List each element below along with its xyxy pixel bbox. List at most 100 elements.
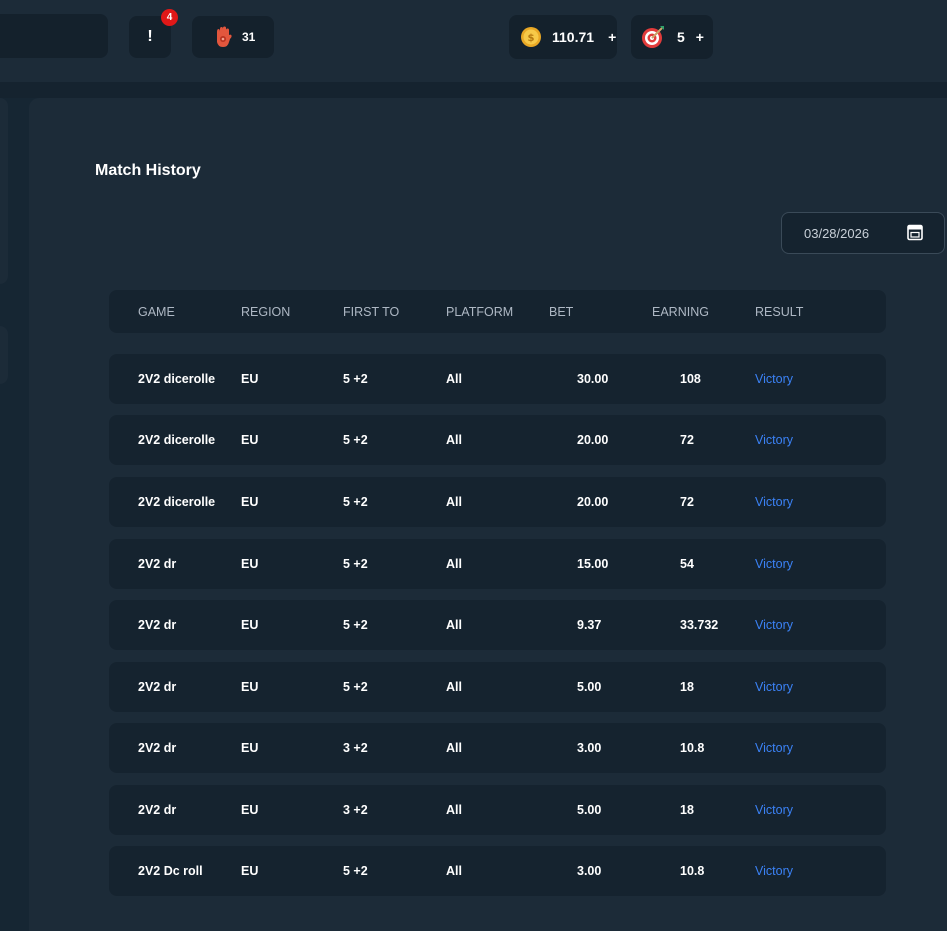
cell-platform: All [446, 433, 462, 447]
header-platform: PLATFORM [446, 304, 514, 319]
cell-first-to: 3 +2 [343, 741, 368, 755]
search-field[interactable] [0, 14, 108, 58]
cell-result-link[interactable]: Victory [755, 495, 793, 509]
cell-platform: All [446, 557, 462, 571]
cell-bet: 20.00 [577, 495, 609, 509]
table-row: 2V2 dr EU 5 +2 All 9.37 33.732 Victory [109, 600, 886, 650]
cell-bet: 30.00 [577, 372, 609, 386]
cell-region: EU [241, 618, 259, 632]
cell-first-to: 3 +2 [343, 803, 368, 817]
header-region: REGION [241, 304, 291, 319]
cell-region: EU [241, 557, 259, 571]
cell-bet: 15.00 [577, 557, 609, 571]
header-first-to: FIRST TO [343, 304, 400, 319]
table-row: 2V2 dr EU 3 +2 All 5.00 18 Victory [109, 785, 886, 835]
header-game: GAME [138, 304, 175, 319]
cell-platform: All [446, 864, 462, 878]
cell-first-to: 5 +2 [343, 433, 368, 447]
header-bet: BET [549, 304, 574, 319]
cell-region: EU [241, 433, 259, 447]
svg-text:$: $ [528, 33, 535, 44]
notification-count-badge: 4 [161, 9, 178, 26]
table-row: 2V2 Dc roll EU 5 +2 All 3.00 10.8 Victor… [109, 846, 886, 896]
coin-balance-button[interactable]: $ 110.71 + [509, 15, 617, 59]
cell-result-link[interactable]: Victory [755, 741, 793, 755]
table-row: 2V2 dr EU 5 +2 All 15.00 54 Victory [109, 539, 886, 589]
cell-bet: 5.00 [577, 803, 602, 817]
cell-bet: 3.00 [577, 741, 602, 755]
cell-platform: All [446, 741, 462, 755]
coin-balance: 110.71 [552, 29, 595, 45]
cell-first-to: 5 +2 [343, 557, 368, 571]
cell-game: 2V2 dr [138, 803, 177, 817]
cell-game: 2V2 dicerolle [138, 372, 216, 386]
cell-region: EU [241, 495, 259, 509]
cell-bet: 3.00 [577, 864, 602, 878]
target-counter-button[interactable]: 5 + [631, 15, 713, 59]
hamsa-count: 31 [242, 30, 256, 44]
cell-first-to: 5 +2 [343, 680, 368, 694]
table-row: 2V2 dicerolle EU 5 +2 All 20.00 72 Victo… [109, 415, 886, 465]
hamsa-counter-button[interactable]: 31 [192, 16, 274, 58]
hamsa-icon [217, 26, 232, 47]
cell-platform: All [446, 618, 462, 632]
cell-result-link[interactable]: Victory [755, 372, 793, 386]
cell-earning: 18 [680, 803, 694, 817]
cell-first-to: 5 +2 [343, 618, 368, 632]
cell-platform: All [446, 495, 462, 509]
add-coins-plus[interactable]: + [608, 29, 616, 45]
table-row: 2V2 dicerolle EU 5 +2 All 30.00 108 Vict… [109, 354, 886, 404]
cell-first-to: 5 +2 [343, 864, 368, 878]
cell-game: 2V2 dicerolle [138, 433, 216, 447]
table-row: 2V2 dr EU 5 +2 All 5.00 18 Victory [109, 662, 886, 712]
cell-earning: 72 [680, 495, 694, 509]
cell-game: 2V2 dr [138, 557, 177, 571]
cell-first-to: 5 +2 [343, 372, 368, 386]
cell-region: EU [241, 864, 259, 878]
cell-game: 2V2 dicerolle [138, 495, 216, 509]
cell-game: 2V2 Dc roll [138, 864, 203, 878]
cell-region: EU [241, 803, 259, 817]
page-title: Match History [95, 162, 201, 179]
cell-region: EU [241, 372, 259, 386]
sidebar-panel-lower [0, 326, 8, 384]
date-filter-value: 03/28/2026 [804, 225, 870, 241]
cell-result-link[interactable]: Victory [755, 557, 793, 571]
cell-earning: 33.732 [680, 618, 719, 632]
cell-result-link[interactable]: Victory [755, 680, 793, 694]
cell-earning: 54 [680, 557, 694, 571]
calendar-icon[interactable] [907, 223, 923, 241]
header-earning: EARNING [652, 304, 709, 319]
cell-result-link[interactable]: Victory [755, 803, 793, 817]
cell-platform: All [446, 372, 462, 386]
target-count: 5 [677, 29, 685, 45]
cell-result-link[interactable]: Victory [755, 618, 793, 632]
header-result: RESULT [755, 304, 804, 319]
cell-earning: 18 [680, 680, 694, 694]
cell-bet: 5.00 [577, 680, 602, 694]
add-target-plus[interactable]: + [696, 29, 704, 45]
cell-game: 2V2 dr [138, 741, 177, 755]
target-icon [642, 26, 664, 48]
cell-result-link[interactable]: Victory [755, 864, 793, 878]
cell-region: EU [241, 741, 259, 755]
cell-bet: 9.37 [577, 618, 602, 632]
cell-result-link[interactable]: Victory [755, 433, 793, 447]
table-row: 2V2 dicerolle EU 5 +2 All 20.00 72 Victo… [109, 477, 886, 527]
sidebar-panel [0, 98, 8, 284]
cell-earning: 10.8 [680, 864, 705, 878]
cell-region: EU [241, 680, 259, 694]
notification-glyph: ! [147, 28, 153, 45]
cell-bet: 20.00 [577, 433, 609, 447]
cell-first-to: 5 +2 [343, 495, 368, 509]
table-row: 2V2 dr EU 3 +2 All 3.00 10.8 Victory [109, 723, 886, 773]
cell-game: 2V2 dr [138, 618, 177, 632]
cell-game: 2V2 dr [138, 680, 177, 694]
coin-icon: $ [521, 27, 541, 47]
cell-earning: 10.8 [680, 741, 705, 755]
table-header: GAME REGION FIRST TO PLATFORM BET EARNIN… [109, 290, 886, 333]
cell-earning: 72 [680, 433, 694, 447]
cell-platform: All [446, 803, 462, 817]
top-bar-divider [0, 82, 947, 98]
cell-earning: 108 [680, 372, 701, 386]
